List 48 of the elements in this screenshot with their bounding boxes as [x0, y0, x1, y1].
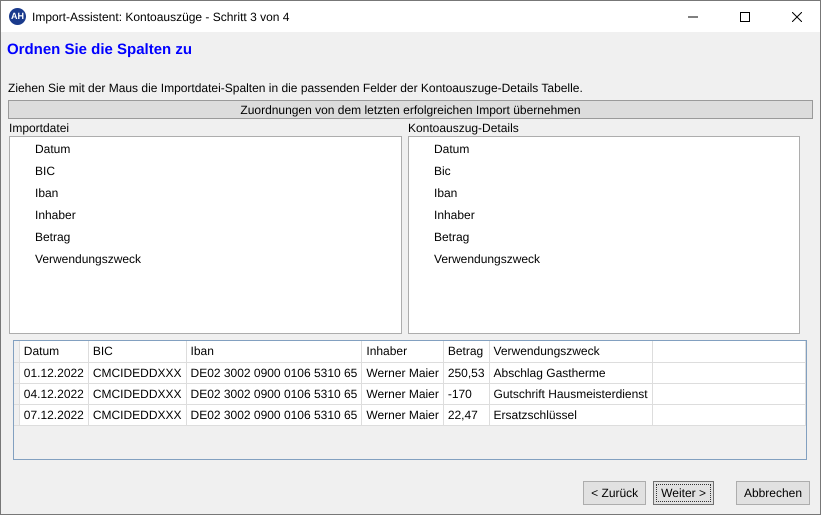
column-header[interactable]: Datum [19, 341, 88, 362]
table-cell: CMCIDEDDXXX [88, 362, 186, 383]
table-cell: Werner Maier [362, 404, 444, 425]
wizard-button[interactable]: Abbrechen [736, 481, 810, 505]
table-cell: CMCIDEDDXXX [88, 404, 186, 425]
close-icon[interactable] [792, 12, 802, 22]
list-item[interactable]: Bic [409, 161, 451, 183]
table-cell: CMCIDEDDXXX [88, 383, 186, 404]
list-item[interactable]: Datum [10, 139, 70, 161]
table-cell: 22,47 [443, 404, 490, 425]
table-cell: DE02 3002 0900 0106 5310 65 [186, 383, 362, 404]
column-header[interactable]: Betrag [443, 341, 490, 362]
table-cell: -170 [443, 383, 490, 404]
list-label: Importdatei [9, 120, 70, 136]
list-item[interactable]: Inhaber [409, 205, 475, 227]
table-cell: Werner Maier [362, 383, 444, 404]
page-heading: Ordnen Sie die Spalten zu [6, 40, 194, 60]
list-label: Kontoauszug-Details [408, 120, 520, 136]
list-item[interactable]: Betrag [409, 227, 470, 249]
table-cell: DE02 3002 0900 0106 5310 65 [186, 404, 362, 425]
table-cell: 04.12.2022 [19, 383, 88, 404]
list-item[interactable]: Verwendungszweck [409, 249, 540, 271]
list-item[interactable]: Iban [10, 183, 58, 205]
column-header[interactable]: Verwendungszweck [489, 341, 652, 362]
list-item[interactable]: Verwendungszweck [10, 249, 142, 271]
table-cell: 250,53 [443, 362, 490, 383]
table-cell: Ersatzschlüssel [489, 404, 652, 425]
table-cell: 01.12.2022 [19, 362, 88, 383]
column-header[interactable]: Inhaber [362, 341, 444, 362]
list-item[interactable]: BIC [10, 161, 56, 183]
column-header[interactable]: BIC [88, 341, 186, 362]
table-cell: Abschlag Gastherme [489, 362, 652, 383]
list-item[interactable]: Inhaber [10, 205, 76, 227]
window-title: Import-Assistent: Kontoauszüge - Schritt 3 von 4 [32, 8, 290, 26]
instruction-text: Ziehen Sie mit der Maus die Importdatei-Spalten in die passenden Felder der Kontoauszuge-Details Tabelle. [7, 80, 584, 97]
table-cell: DE02 3002 0900 0106 5310 65 [186, 362, 362, 383]
column-header[interactable]: Iban [186, 341, 362, 362]
reuse-mapping-button[interactable]: Zuordnungen von dem letzten erfolgreichen Import übernehmen [8, 100, 813, 119]
list-item[interactable]: Iban [409, 183, 458, 205]
wizard-button[interactable]: Weiter > [653, 481, 714, 505]
list-item[interactable]: Datum [409, 139, 470, 161]
table-cell: Gutschrift Hausmeisterdienst [489, 383, 652, 404]
maximize-icon[interactable] [740, 12, 750, 22]
list-item[interactable]: Betrag [10, 227, 70, 249]
app-logo: AH [9, 8, 26, 25]
table-cell: 07.12.2022 [19, 404, 88, 425]
wizard-button[interactable]: < Zurück [583, 481, 646, 505]
table-cell: Werner Maier [362, 362, 444, 383]
